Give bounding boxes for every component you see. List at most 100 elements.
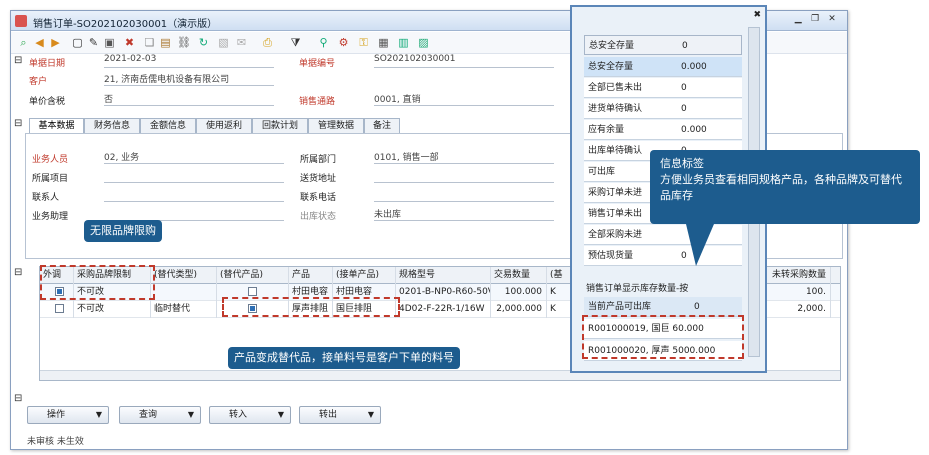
doc-no-field[interactable]: SO202102030001 [374, 54, 554, 68]
grid-collapse-icon[interactable]: ⊟ [14, 267, 22, 278]
dept-label: 所属部门 [300, 155, 337, 165]
mail-icon[interactable]: ✉ [235, 36, 248, 49]
close-icon[interactable]: ✕ [825, 14, 839, 24]
back-icon[interactable]: ◀ [33, 36, 46, 49]
tax-label: 单价含税 [29, 97, 66, 107]
unit-cell[interactable]: K [547, 284, 571, 301]
popup-row[interactable]: 预估现货量 0 [584, 246, 742, 266]
popup-title-row: 总安全存量 0 [584, 35, 742, 55]
popup-row[interactable]: 全部已售未出 0 [584, 78, 742, 98]
tab-remarks[interactable]: 备注 [364, 118, 400, 134]
copy-icon[interactable]: ❏ [143, 36, 156, 49]
paste-icon[interactable]: ▤ [159, 36, 172, 49]
col-unit[interactable]: (基 [547, 267, 571, 284]
brand-limit-highlight [40, 265, 155, 300]
tab-management[interactable]: 管理数据 [308, 118, 364, 134]
chevron-down-icon: ▼ [367, 410, 374, 419]
attach-icon[interactable]: ▧ [217, 36, 230, 49]
info-label-callout: 信息标签 方便业务员查看相同规格产品，各种品牌及可替代品库存 [650, 150, 920, 224]
customer-field[interactable]: 21, 济南岳儒电机设备有限公司 [104, 72, 274, 86]
tax-field[interactable]: 否 [104, 92, 274, 106]
tab-rebate[interactable]: 使用返利 [196, 118, 252, 134]
filter-icon[interactable]: ⧩ [289, 36, 302, 49]
excel-icon[interactable]: ▥ [397, 36, 410, 49]
col-sub-type[interactable]: (替代类型) [151, 267, 217, 284]
transfer-in-button[interactable]: 转入 ▼ [209, 406, 291, 424]
salesman-label: 业务人员 [32, 155, 69, 165]
doc-no-label: 单据编号 [299, 59, 336, 69]
qty-cell[interactable]: 2,000.000 [491, 301, 547, 318]
callout-pointer [686, 224, 714, 266]
tabs-collapse-icon[interactable]: ⊟ [14, 118, 22, 129]
status-text: 未审核 未生效 [27, 437, 84, 447]
customer-label: 客户 [29, 77, 48, 87]
project-field[interactable] [104, 169, 284, 183]
transfer-out-button[interactable]: 转出 ▼ [299, 406, 381, 424]
tab-basic[interactable]: 基本数据 [29, 118, 84, 134]
salesman-field[interactable]: 02, 业务 [104, 150, 284, 164]
popup-row[interactable]: 应有余量 0.000 [584, 120, 742, 140]
contact-field[interactable] [104, 188, 284, 202]
col-product[interactable]: 产品 [289, 267, 333, 284]
search-icon[interactable]: ⌕ [17, 36, 30, 49]
maximize-icon[interactable]: ❐ [808, 14, 822, 24]
minimize-icon[interactable]: ▁ [791, 14, 805, 24]
refresh-icon[interactable]: ↻ [197, 36, 210, 49]
find-icon[interactable]: ⚲ [317, 36, 330, 49]
print-icon[interactable]: ⎙ [261, 36, 274, 49]
dept-field[interactable]: 0101, 销售一部 [374, 150, 554, 164]
header-collapse-icon[interactable]: ⊟ [14, 55, 22, 66]
save-icon[interactable]: ▣ [103, 36, 116, 49]
col-unconverted[interactable]: 未转采购数量 [769, 267, 831, 284]
ext-checkbox[interactable] [55, 304, 64, 313]
phone-field[interactable] [374, 188, 554, 202]
chevron-down-icon: ▼ [95, 410, 102, 419]
tab-finance[interactable]: 财务信息 [84, 118, 140, 134]
unit-cell[interactable]: K [547, 301, 571, 318]
delete-icon[interactable]: ✖ [123, 36, 136, 49]
report-icon[interactable]: ▦ [377, 36, 390, 49]
popup-row[interactable]: 进货单待确认 0 [584, 99, 742, 119]
doc-date-label: 单据日期 [29, 59, 66, 69]
col-order-product[interactable]: (接单产品) [333, 267, 396, 284]
chevron-down-icon: ▼ [187, 410, 194, 419]
spec-cell[interactable]: 4D02-F-22R-1/16W [396, 301, 491, 318]
close-icon[interactable]: ✖ [753, 10, 761, 20]
popup-row[interactable]: 全部采购未进 [584, 225, 742, 245]
ship-addr-field[interactable] [374, 169, 554, 183]
settings-icon[interactable]: ⚙ [337, 36, 350, 49]
forward-icon[interactable]: ▶ [49, 36, 62, 49]
qty-cell[interactable]: 100.000 [491, 284, 547, 301]
doc-date-field[interactable]: 2021-02-03 [104, 54, 274, 68]
tab-payment-plan[interactable]: 回款计划 [252, 118, 308, 134]
link-icon[interactable]: ⛓ [177, 36, 191, 49]
phone-label: 联系电话 [300, 193, 337, 203]
col-spec[interactable]: 规格型号 [396, 267, 491, 284]
stock-highlight [582, 315, 744, 359]
popup-row[interactable]: 总安全存量 0.000 [584, 57, 742, 77]
project-label: 所属项目 [32, 174, 69, 184]
query-button[interactable]: 查询 ▼ [119, 406, 201, 424]
unconverted-cell[interactable]: 2,000. [769, 301, 831, 318]
substitute-highlight [222, 297, 400, 317]
channel-field[interactable]: 0001, 直销 [374, 92, 554, 106]
col-qty[interactable]: 交易数量 [491, 267, 547, 284]
assistant-field[interactable] [104, 207, 284, 221]
sub-product-checkbox[interactable] [248, 287, 257, 296]
new-icon[interactable]: ▢ [71, 36, 84, 49]
spec-cell[interactable]: 0201-B-NP0-R60-50V [396, 284, 491, 301]
buttons-collapse-icon[interactable]: ⊟ [14, 393, 22, 404]
col-sub-product[interactable]: (替代产品) [217, 267, 289, 284]
unconverted-cell[interactable]: 100. [769, 284, 831, 301]
brand-limit-cell[interactable]: 不可改 [74, 301, 151, 318]
edit-icon[interactable]: ✎ [87, 36, 100, 49]
operate-button[interactable]: 操作 ▼ [27, 406, 109, 424]
lock-icon[interactable]: ⚿ [357, 36, 370, 49]
sub-type-cell[interactable]: 临时替代 [151, 301, 217, 318]
export-icon[interactable]: ▨ [417, 36, 430, 49]
current-stock-row: 当前产品可出库 0 [584, 297, 742, 317]
ship-status-field[interactable]: 未出库 [374, 207, 554, 221]
chevron-down-icon: ▼ [277, 410, 284, 419]
tab-amount[interactable]: 金额信息 [140, 118, 196, 134]
sub-type-cell[interactable] [151, 284, 217, 301]
